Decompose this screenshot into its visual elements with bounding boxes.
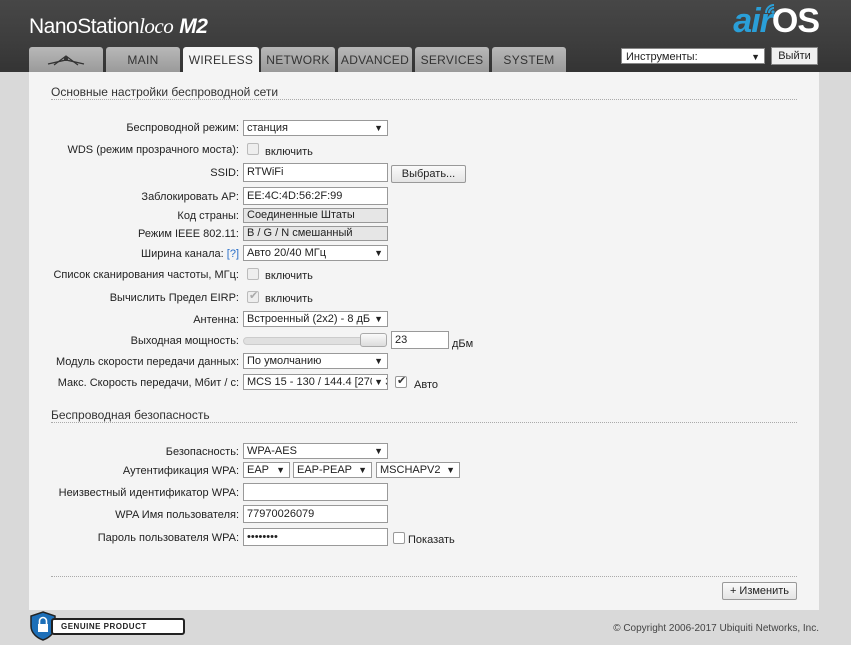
antenna-select[interactable]: Встроенный (2x2) - 8 дБ ▼ bbox=[243, 311, 388, 327]
wpa-auth-peap-select[interactable]: EAP-PEAP ▼ bbox=[293, 462, 372, 478]
chevron-down-icon: ▼ bbox=[374, 446, 383, 456]
max-rate-label: Макс. Скорость передачи, Мбит / с: bbox=[57, 377, 239, 389]
rate-module-label: Модуль скорости передачи данных: bbox=[55, 356, 239, 368]
width-label-text: Ширина канала: bbox=[141, 248, 224, 260]
lock-ap-label: Заблокировать AP: bbox=[141, 191, 239, 203]
ssid-select-button[interactable]: Выбрать... bbox=[391, 165, 466, 183]
scan-checkbox[interactable] bbox=[247, 268, 259, 280]
wpa-user-label: WPA Имя пользователя: bbox=[115, 509, 239, 521]
content-panel: Основные настройки беспроводной сети Бес… bbox=[29, 72, 819, 610]
device-logo: NanoStationloco M2 bbox=[29, 14, 208, 39]
wpa-auth-mschap-value: MSCHAPV2 bbox=[380, 464, 441, 476]
tab-wireless[interactable]: WIRELESS bbox=[183, 47, 259, 72]
ieee-label: Режим IEEE 802.11: bbox=[138, 228, 239, 240]
power-slider-thumb[interactable] bbox=[360, 333, 387, 347]
chevron-down-icon: ▼ bbox=[374, 123, 383, 133]
divider bbox=[51, 99, 797, 100]
copyright-text: © Copyright 2006-2017 Ubiquiti Networks,… bbox=[613, 623, 819, 634]
header-bar: NanoStationloco M2 airOS Инструменты: ▼ В… bbox=[0, 0, 851, 72]
device-version: M2 bbox=[179, 15, 208, 38]
wds-checkbox-label: включить bbox=[265, 146, 313, 158]
show-password-label: Показать bbox=[408, 534, 455, 546]
tab-advanced[interactable]: ADVANCED bbox=[338, 47, 412, 72]
mode-label: Беспроводной режим: bbox=[126, 122, 239, 134]
tools-select[interactable]: Инструменты: ▼ bbox=[621, 48, 765, 64]
country-label: Код страны: bbox=[177, 210, 239, 222]
auto-rate-checkbox[interactable] bbox=[395, 374, 407, 388]
security-select-value: WPA-AES bbox=[247, 445, 297, 457]
logout-button[interactable]: Выйти bbox=[771, 47, 818, 65]
eirp-label: Вычислить Предел EIRP: bbox=[109, 292, 239, 304]
wifi-icon bbox=[765, 4, 775, 14]
antenna-select-value: Встроенный (2x2) - 8 дБ bbox=[247, 313, 371, 325]
tab-system[interactable]: SYSTEM bbox=[492, 47, 566, 72]
antenna-label: Антенна: bbox=[193, 314, 239, 326]
width-select-value: Авто 20/40 МГц bbox=[247, 247, 327, 259]
chevron-down-icon: ▼ bbox=[751, 52, 760, 62]
wpa-auth-eap-select[interactable]: EAP ▼ bbox=[243, 462, 290, 478]
ssid-input[interactable]: RTWiFi bbox=[243, 163, 388, 182]
power-input[interactable]: 23 bbox=[391, 331, 449, 349]
country-field: Соединенные Штаты bbox=[243, 208, 388, 223]
basic-section-title: Основные настройки беспроводной сети bbox=[51, 85, 279, 99]
wpa-auth-peap-value: EAP-PEAP bbox=[297, 464, 353, 476]
security-select[interactable]: WPA-AES ▼ bbox=[243, 443, 388, 459]
mode-select-value: станция bbox=[247, 122, 289, 134]
divider bbox=[51, 422, 797, 423]
width-select[interactable]: Авто 20/40 МГц ▼ bbox=[243, 245, 388, 261]
wpa-pass-input[interactable]: •••••••• bbox=[243, 528, 388, 546]
show-password-checkbox[interactable] bbox=[393, 532, 405, 544]
divider bbox=[51, 576, 797, 577]
ubiquiti-logo-icon bbox=[47, 55, 85, 66]
wpa-anon-label: Неизвестный идентификатор WPA: bbox=[58, 487, 239, 499]
airos-logo: airOS bbox=[733, 2, 820, 41]
ssid-label: SSID: bbox=[210, 167, 239, 179]
width-label: Ширина канала: [?] bbox=[141, 248, 239, 260]
wpa-anon-input[interactable] bbox=[243, 483, 388, 501]
eirp-checkbox-label: включить bbox=[265, 293, 313, 305]
scan-checkbox-label: включить bbox=[265, 270, 313, 282]
wpa-auth-label: Аутентификация WPA: bbox=[122, 465, 239, 477]
wds-label: WDS (режим прозрачного моста): bbox=[67, 144, 239, 156]
eirp-checkbox[interactable] bbox=[247, 289, 259, 303]
tab-network[interactable]: NETWORK bbox=[261, 47, 335, 72]
lock-ap-input[interactable]: EE:4C:4D:56:2F:99 bbox=[243, 187, 388, 205]
tab-services[interactable]: SERVICES bbox=[415, 47, 489, 72]
genuine-product-badge: GENUINE PRODUCT bbox=[29, 610, 187, 641]
device-model: loco bbox=[139, 14, 174, 38]
device-name: NanoStation bbox=[29, 15, 140, 38]
tab-main[interactable]: MAIN bbox=[106, 47, 180, 72]
chevron-down-icon: ▼ bbox=[358, 465, 367, 475]
change-button[interactable]: + Изменить bbox=[722, 582, 797, 600]
width-help-link[interactable]: [?] bbox=[227, 248, 239, 260]
security-section-title: Беспроводная безопасность bbox=[51, 408, 210, 422]
wds-checkbox[interactable] bbox=[247, 143, 259, 155]
rate-module-select-value: По умолчанию bbox=[247, 355, 322, 367]
genuine-product-text: GENUINE PRODUCT bbox=[51, 618, 185, 635]
rate-module-select[interactable]: По умолчанию ▼ bbox=[243, 353, 388, 369]
max-rate-select[interactable]: MCS 15 - 130 / 144.4 [270 / 300]▼ bbox=[243, 374, 388, 390]
power-unit: дБм bbox=[452, 338, 474, 350]
mode-select[interactable]: станция ▼ bbox=[243, 120, 388, 136]
tab-logo[interactable] bbox=[29, 47, 103, 72]
wpa-auth-mschap-select[interactable]: MSCHAPV2 ▼ bbox=[376, 462, 460, 478]
scan-label: Список сканирования частоты, МГц: bbox=[53, 269, 239, 281]
chevron-down-icon: ▼ bbox=[374, 248, 383, 258]
auto-rate-label: Авто bbox=[414, 379, 438, 391]
wpa-user-input[interactable]: 77970026079 bbox=[243, 505, 388, 523]
max-rate-select-value: MCS 15 - 130 / 144.4 [270 / 300] bbox=[247, 376, 387, 388]
chevron-down-icon: ▼ bbox=[446, 465, 455, 475]
wpa-auth-eap-value: EAP bbox=[247, 464, 270, 476]
chevron-down-icon: ▼ bbox=[372, 312, 383, 326]
ieee-field: B / G / N смешанный bbox=[243, 226, 388, 241]
power-label: Выходная мощность: bbox=[130, 335, 239, 347]
security-label: Безопасность: bbox=[165, 446, 239, 458]
wpa-pass-label: Пароль пользователя WPA: bbox=[97, 532, 239, 544]
chevron-down-icon: ▼ bbox=[276, 465, 285, 475]
chevron-down-icon: ▼ bbox=[374, 356, 383, 366]
tools-select-value: Инструменты: bbox=[626, 51, 698, 63]
chevron-down-icon: ▼ bbox=[372, 375, 383, 389]
